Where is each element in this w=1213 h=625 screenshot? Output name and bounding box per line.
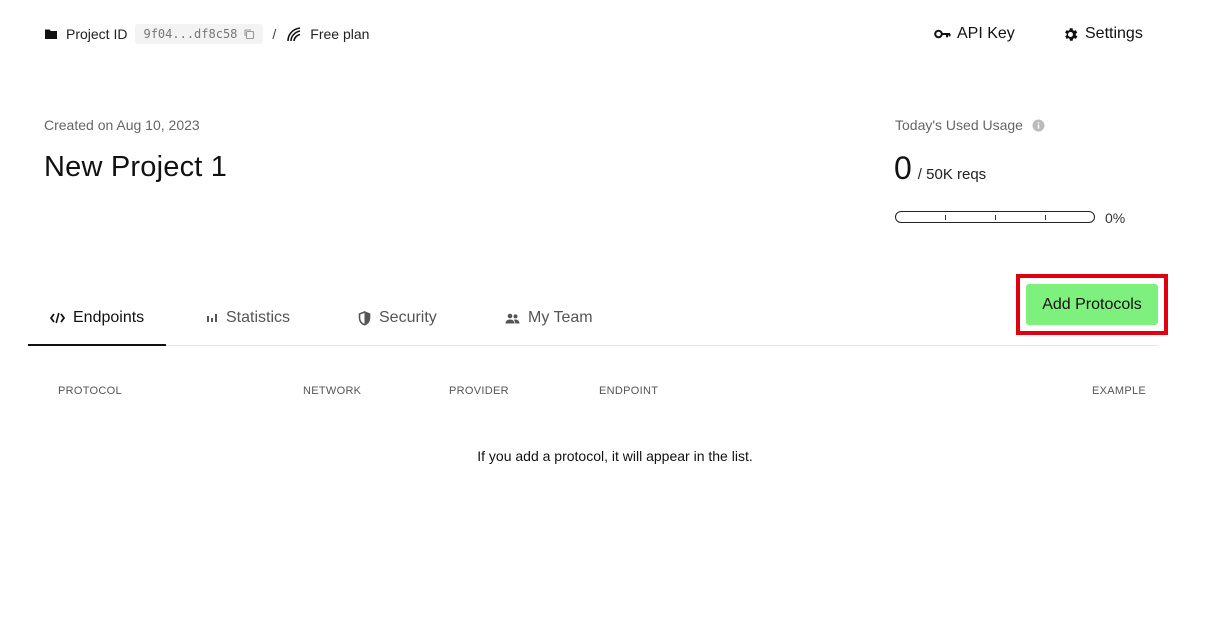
progress-tick <box>1045 215 1046 220</box>
usage-label: Today's Used Usage <box>895 117 1045 133</box>
project-id-box: 9f04...df8c58 <box>135 24 264 44</box>
column-header-provider: PROVIDER <box>449 385 509 397</box>
copy-icon[interactable] <box>243 28 255 40</box>
usage-progress-bar <box>895 211 1095 223</box>
breadcrumb-separator: / <box>272 26 277 42</box>
column-header-network: NETWORK <box>303 385 362 397</box>
tab-label: My Team <box>528 309 593 326</box>
team-icon <box>505 313 520 324</box>
plan-icon <box>286 26 302 42</box>
info-icon[interactable] <box>1032 119 1045 132</box>
add-protocols-button[interactable]: Add Protocols <box>1026 284 1158 325</box>
shield-icon <box>358 310 371 326</box>
usage-limit: / 50K reqs <box>917 166 987 183</box>
tab-endpoints[interactable]: Endpoints <box>28 292 167 346</box>
key-icon <box>934 28 951 40</box>
page-title: New Project 1 <box>44 151 228 183</box>
empty-state-message: If you add a protocol, it will appear in… <box>477 448 753 464</box>
usage-label-text: Today's Used Usage <box>895 117 1023 133</box>
breadcrumb: Project ID 9f04...df8c58 / Free plan <box>44 22 369 46</box>
tab-label: Statistics <box>226 309 291 326</box>
tab-statistics[interactable]: Statistics <box>206 292 290 344</box>
column-header-example: EXAMPLE <box>1092 385 1147 397</box>
plan-label[interactable]: Free plan <box>310 26 369 42</box>
column-header-endpoint: ENDPOINT <box>599 385 659 397</box>
add-protocols-highlight: Add Protocols <box>1016 274 1168 335</box>
settings-button[interactable]: Settings <box>1062 22 1143 46</box>
api-key-label: API Key <box>957 25 1015 42</box>
tab-bar: Endpoints Statistics Security My Team <box>28 292 1158 346</box>
code-icon <box>50 312 65 324</box>
settings-label: Settings <box>1085 25 1143 42</box>
created-date: Created on Aug 10, 2023 <box>44 117 200 133</box>
api-key-button[interactable]: API Key <box>934 22 1015 46</box>
gear-icon <box>1062 26 1079 43</box>
usage-value: 0 / 50K reqs <box>894 150 986 187</box>
column-header-protocol: PROTOCOL <box>58 385 122 397</box>
tab-my-team[interactable]: My Team <box>505 292 593 344</box>
project-id-label: Project ID <box>66 26 128 42</box>
progress-tick <box>995 215 996 220</box>
progress-tick <box>945 215 946 220</box>
tab-security[interactable]: Security <box>358 292 437 344</box>
usage-used: 0 <box>894 150 912 186</box>
tab-label: Security <box>379 309 437 326</box>
bar-chart-icon <box>206 313 218 323</box>
folder-icon <box>44 27 58 41</box>
project-id-value: 9f04...df8c58 <box>143 27 238 41</box>
tab-label: Endpoints <box>73 309 145 326</box>
usage-percent: 0% <box>1105 210 1126 226</box>
